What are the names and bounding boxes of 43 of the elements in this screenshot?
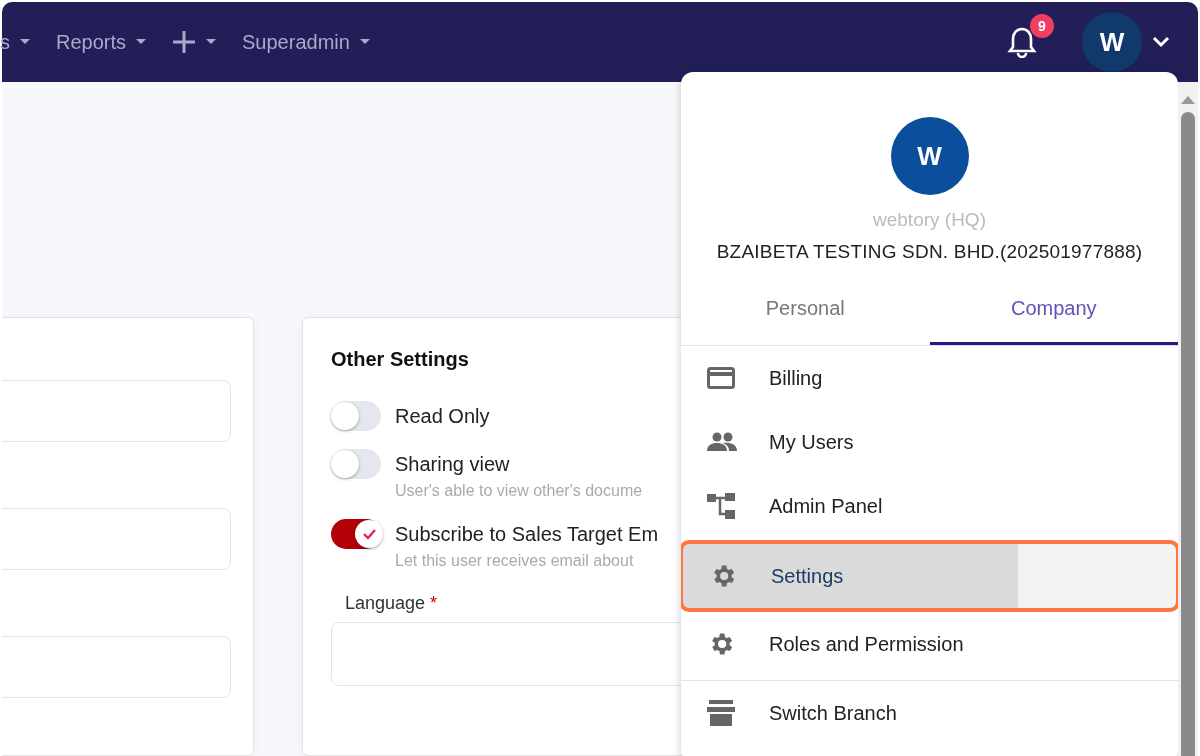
toggle-hint: User's able to view other's docume bbox=[395, 481, 643, 501]
toggle-label: Read Only bbox=[395, 404, 490, 429]
toggle-label: Subscribe to Sales Target Em bbox=[395, 522, 659, 547]
menu-item[interactable]: Settings bbox=[681, 540, 1178, 612]
field-label: Language bbox=[345, 593, 426, 613]
menu-item[interactable]: Billing bbox=[681, 346, 1178, 410]
section-title: Other Settings bbox=[331, 348, 470, 371]
scroll-up-icon[interactable] bbox=[1181, 94, 1195, 104]
nav-menu[interactable]: Reports bbox=[56, 30, 147, 54]
toggle-switch[interactable] bbox=[331, 401, 381, 431]
required-mark: * bbox=[430, 593, 438, 613]
input-field[interactable] bbox=[2, 508, 231, 570]
avatar: W bbox=[890, 117, 969, 195]
hierarchy-icon bbox=[707, 493, 735, 519]
users-icon bbox=[707, 432, 737, 452]
store-icon bbox=[707, 700, 735, 726]
nav-menu[interactable]: Superadmin bbox=[242, 30, 370, 54]
menu-item[interactable]: Admin Panel bbox=[681, 474, 1178, 538]
caret-icon bbox=[20, 39, 30, 45]
credit-card-icon bbox=[707, 367, 735, 389]
caret-icon bbox=[206, 39, 217, 45]
branch-name: webtory (HQ) bbox=[873, 209, 986, 231]
check-icon bbox=[362, 528, 376, 540]
chevron-down-icon[interactable] bbox=[1152, 36, 1170, 48]
plus-icon bbox=[172, 30, 197, 54]
menu-item[interactable]: Roles and Permission bbox=[681, 612, 1178, 676]
company-name: BZAIBETA TESTING SDN. BHD.(202501977888) bbox=[716, 241, 1143, 263]
caret-icon bbox=[136, 39, 147, 45]
menu-tab[interactable]: Personal bbox=[681, 283, 930, 345]
menu-item[interactable]: Switch Branch bbox=[681, 681, 1178, 745]
bell-icon[interactable] bbox=[1007, 26, 1037, 58]
notification-badge: 9 bbox=[1030, 14, 1054, 38]
add-menu[interactable] bbox=[172, 30, 217, 54]
toggle-switch[interactable] bbox=[331, 449, 381, 479]
avatar-button[interactable]: W bbox=[1082, 12, 1142, 72]
toggle-hint: Let this user receives email about bbox=[395, 551, 635, 571]
toggle-label: Sharing view bbox=[395, 452, 511, 477]
menu-item[interactable]: My Users bbox=[681, 410, 1178, 474]
caret-icon bbox=[359, 39, 370, 45]
toggle-switch[interactable] bbox=[331, 519, 381, 549]
input-field[interactable] bbox=[2, 636, 231, 698]
scrollbar-thumb[interactable] bbox=[1181, 112, 1195, 756]
input-field[interactable] bbox=[2, 380, 231, 442]
